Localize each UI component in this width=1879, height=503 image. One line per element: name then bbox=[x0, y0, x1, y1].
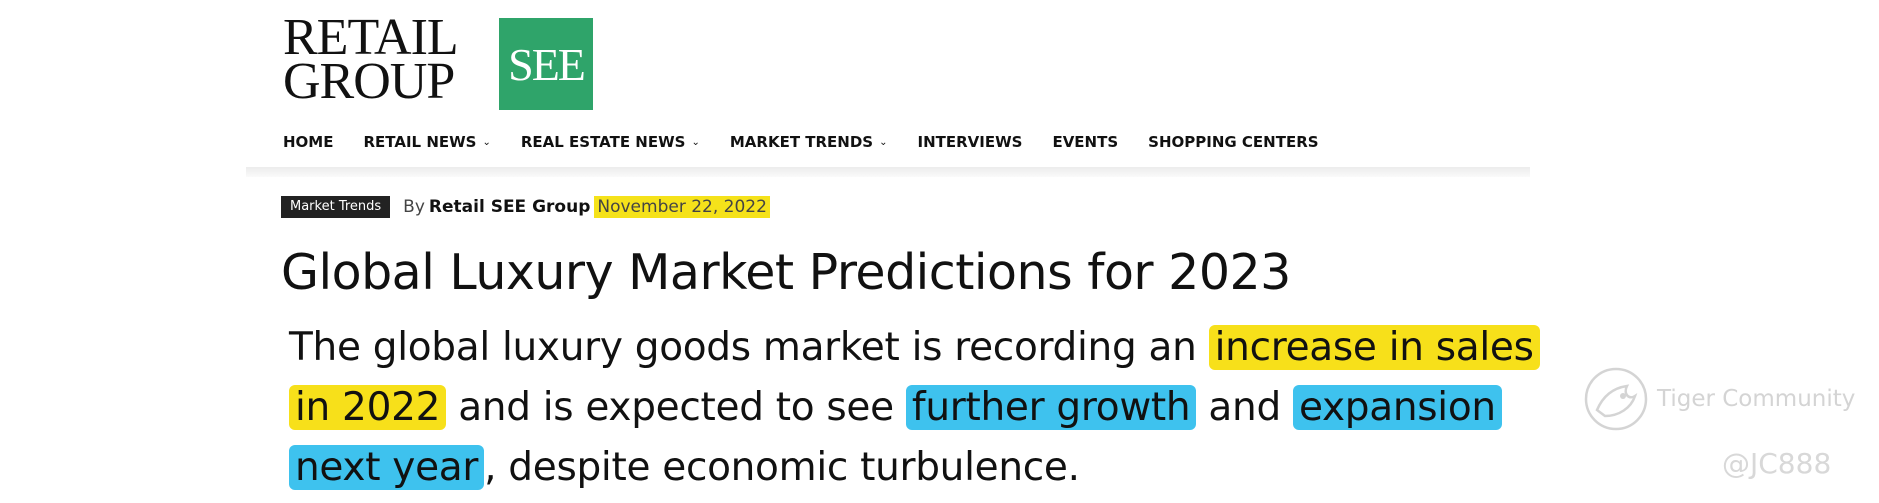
byline-prefix: By bbox=[403, 197, 425, 217]
publish-date: November 22, 2022 bbox=[594, 196, 770, 218]
logo-line-2: GROUP bbox=[283, 53, 455, 110]
highlight-blue: expansion bbox=[1293, 385, 1502, 430]
nav-item-retail-news[interactable]: RETAIL NEWS ⌄ bbox=[363, 133, 490, 151]
logo-see-box: SEE bbox=[499, 18, 593, 110]
nav-divider bbox=[246, 167, 1530, 177]
article-meta: Market Trends By Retail SEE Group Novemb… bbox=[281, 196, 770, 218]
nav-item-market-trends[interactable]: MARKET TRENDS ⌄ bbox=[730, 133, 888, 151]
nav-item-events[interactable]: EVENTS bbox=[1052, 133, 1118, 151]
watermark-handle: @JC888 bbox=[1722, 447, 1832, 480]
nav-item-home[interactable]: HOME bbox=[283, 133, 333, 151]
nav-item-real-estate-news[interactable]: REAL ESTATE NEWS ⌄ bbox=[521, 133, 700, 151]
lead-line-3: next year, despite economic turbulence. bbox=[289, 438, 1529, 498]
chevron-down-icon: ⌄ bbox=[691, 136, 700, 148]
lead-line-1: The global luxury goods market is record… bbox=[289, 318, 1540, 378]
highlight-yellow: in 2022 bbox=[289, 385, 447, 430]
category-badge[interactable]: Market Trends bbox=[281, 196, 391, 218]
watermark-text: Tiger Community bbox=[1657, 386, 1856, 412]
highlight-yellow: increase in sales bbox=[1208, 325, 1540, 370]
article-lead: The global luxury goods market is record… bbox=[289, 318, 1540, 498]
nav-item-interviews[interactable]: INTERVIEWS bbox=[918, 133, 1023, 151]
lead-line-2: in 2022 and is expected to see further g… bbox=[289, 378, 1529, 438]
tiger-community-icon bbox=[1584, 367, 1648, 431]
author-link[interactable]: Retail SEE Group bbox=[429, 197, 590, 217]
highlight-blue: next year bbox=[289, 445, 485, 490]
chevron-down-icon: ⌄ bbox=[879, 136, 888, 148]
nav-item-shopping-centers[interactable]: SHOPPING CENTERS bbox=[1148, 133, 1318, 151]
watermark: Tiger Community bbox=[1583, 366, 1855, 432]
logo-wordmark: RETAIL GROUP bbox=[283, 12, 459, 110]
article-title: Global Luxury Market Predictions for 202… bbox=[281, 244, 1291, 301]
chevron-down-icon: ⌄ bbox=[482, 136, 491, 148]
highlight-blue: further growth bbox=[905, 385, 1197, 430]
main-nav: HOME RETAIL NEWS ⌄ REAL ESTATE NEWS ⌄ MARK… bbox=[283, 133, 1349, 151]
